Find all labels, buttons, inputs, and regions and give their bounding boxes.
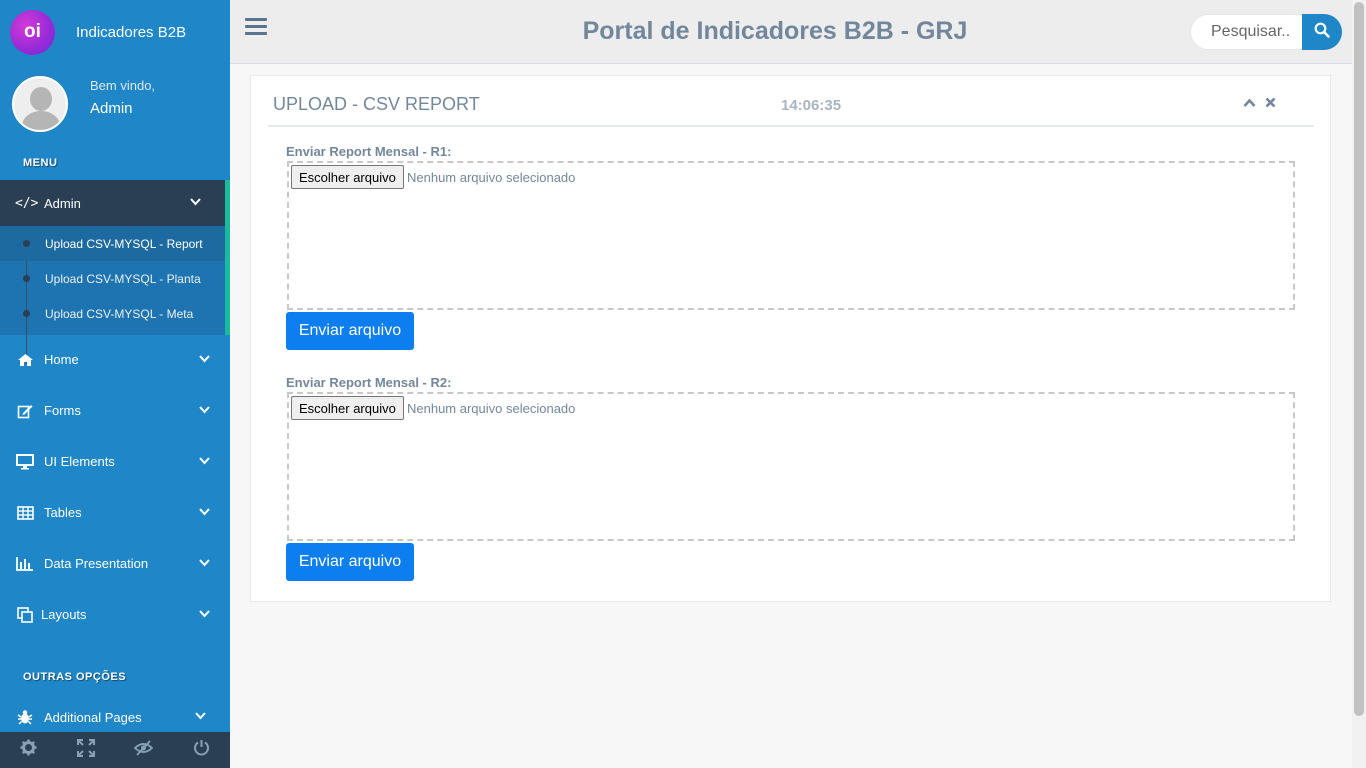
sidebar: oi Indicadores B2B Bem vindo, Admin MENU… xyxy=(0,0,230,768)
nav-item-data-presentation[interactable]: Data Presentation xyxy=(0,538,230,589)
search-icon xyxy=(1314,22,1330,43)
desktop-icon xyxy=(15,453,35,470)
fullscreen-button[interactable] xyxy=(58,732,116,768)
nav-item-label: Data Presentation xyxy=(44,556,149,571)
upload-label-r2: Enviar Report Mensal - R2: xyxy=(286,375,452,390)
nav-item-tables[interactable]: Tables xyxy=(0,487,230,538)
brand[interactable]: oi Indicadores B2B xyxy=(0,0,230,64)
page-title: Portal de Indicadores B2B - GRJ xyxy=(582,17,968,45)
file-status-r1: Nenhum arquivo selecionado xyxy=(407,170,576,185)
nav-item-label: Forms xyxy=(44,403,81,418)
fullscreen-icon xyxy=(77,738,96,762)
chevron-down-icon xyxy=(199,558,210,570)
brand-logo: oi xyxy=(10,9,55,55)
user-name: Admin xyxy=(90,100,133,117)
panel-title: UPLOAD - CSV REPORT xyxy=(273,94,480,114)
chevron-down-icon xyxy=(190,197,201,209)
sub-item-upload-report[interactable]: Upload CSV-MYSQL - Report xyxy=(0,226,225,261)
chevron-down-icon xyxy=(199,354,210,366)
choose-file-button-r2[interactable]: Escolher arquivo xyxy=(291,396,404,420)
avatar xyxy=(12,76,68,132)
dropzone-r1[interactable]: Escolher arquivo Nenhum arquivo selecion… xyxy=(287,161,1295,310)
lock-button[interactable] xyxy=(115,732,173,768)
search-button[interactable] xyxy=(1302,14,1342,50)
collapse-button[interactable] xyxy=(1243,95,1256,113)
nav-item-label: Home xyxy=(44,352,79,367)
code-icon: </> xyxy=(15,195,39,211)
sidebar-footer xyxy=(0,732,230,768)
close-button[interactable] xyxy=(1265,95,1276,113)
bug-icon xyxy=(15,709,35,725)
sub-item-label: Upload CSV-MYSQL - Planta xyxy=(45,271,201,286)
sub-item-upload-planta[interactable]: Upload CSV-MYSQL - Planta xyxy=(0,261,225,296)
file-status-r2: Nenhum arquivo selecionado xyxy=(407,401,576,416)
nav-item-label: Tables xyxy=(44,505,82,520)
power-icon xyxy=(193,739,210,761)
profile: Bem vindo, Admin xyxy=(0,64,230,146)
sub-item-upload-meta[interactable]: Upload CSV-MYSQL - Meta xyxy=(0,296,225,331)
nav-item-label: Additional Pages xyxy=(44,709,142,725)
nav-item-admin[interactable]: </> Admin xyxy=(0,180,225,226)
close-icon xyxy=(1265,95,1276,112)
nav-item-label: Layouts xyxy=(41,607,87,622)
nav-item-ui-elements[interactable]: UI Elements xyxy=(0,436,230,487)
other-options-title: OUTRAS OPÇÕES xyxy=(23,671,127,683)
upload-panel: UPLOAD - CSV REPORT 14:06:35 Enviar Repo… xyxy=(250,75,1331,602)
brand-name: Indicadores B2B xyxy=(76,23,187,41)
chevron-up-icon xyxy=(1243,95,1256,112)
table-icon xyxy=(15,505,35,520)
nav-item-layouts[interactable]: Layouts xyxy=(0,589,230,640)
home-icon xyxy=(15,353,35,367)
menu-section-title: MENU xyxy=(23,157,58,169)
divider xyxy=(268,125,1314,127)
page-scrollbar-thumb[interactable] xyxy=(1354,2,1364,716)
clone-icon xyxy=(15,606,35,623)
submit-button-r2[interactable]: Enviar arquivo xyxy=(286,543,414,581)
nav-item-label: UI Elements xyxy=(44,454,115,469)
bullet-icon xyxy=(23,310,30,317)
logout-button[interactable] xyxy=(173,732,231,768)
sub-item-label: Upload CSV-MYSQL - Report xyxy=(45,236,203,251)
chevron-down-icon xyxy=(199,456,210,468)
submit-button-r1[interactable]: Enviar arquivo xyxy=(286,312,414,350)
bullet-icon xyxy=(23,275,30,282)
bullet-icon xyxy=(23,240,30,247)
nav-item-home[interactable]: Home xyxy=(0,334,230,385)
sub-item-label: Upload CSV-MYSQL - Meta xyxy=(45,306,194,321)
topbar: Portal de Indicadores B2B - GRJ xyxy=(230,0,1352,64)
welcome-text: Bem vindo, xyxy=(90,78,156,93)
eye-slash-icon xyxy=(133,739,154,761)
search-group xyxy=(1190,14,1342,50)
nav-item-forms[interactable]: Forms xyxy=(0,385,230,436)
nav-item-label: Admin xyxy=(44,195,81,211)
clock: 14:06:35 xyxy=(781,97,842,114)
gear-icon xyxy=(20,739,37,761)
settings-button[interactable] xyxy=(0,732,58,768)
chevron-down-icon xyxy=(199,609,210,621)
bar-chart-icon xyxy=(15,556,35,571)
upload-label-r1: Enviar Report Mensal - R1: xyxy=(286,144,452,159)
edit-icon xyxy=(15,403,35,419)
chevron-down-icon xyxy=(199,507,210,519)
choose-file-button-r1[interactable]: Escolher arquivo xyxy=(291,165,404,189)
panel-toolbox xyxy=(1243,95,1276,113)
dropzone-r2[interactable]: Escolher arquivo Nenhum arquivo selecion… xyxy=(287,392,1295,541)
chevron-down-icon xyxy=(195,711,206,723)
search-input[interactable] xyxy=(1190,14,1305,50)
nav-group-admin: </> Admin Upload CSV-MYSQL - Report Uplo… xyxy=(0,180,230,364)
chevron-down-icon xyxy=(199,405,210,417)
